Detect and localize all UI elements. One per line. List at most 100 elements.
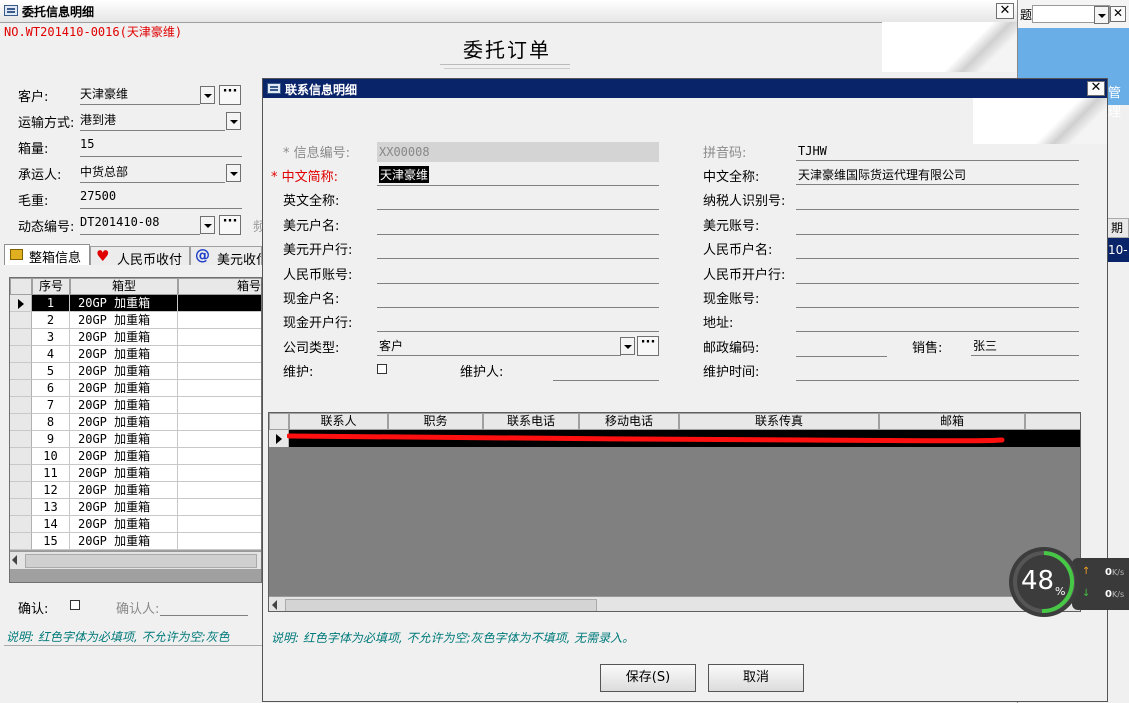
cell-type[interactable]: 20GP 加重箱: [70, 295, 178, 312]
cell-number[interactable]: [178, 295, 261, 312]
maintain-time-field[interactable]: [796, 360, 1079, 381]
maintainer-field[interactable]: [553, 360, 659, 381]
cell-seq[interactable]: 8: [32, 414, 70, 431]
cell-number[interactable]: [178, 414, 261, 431]
cell-number[interactable]: [178, 329, 261, 346]
row-selector[interactable]: [10, 346, 32, 363]
tab-usd-payment[interactable]: @ 美元收付: [190, 246, 262, 265]
row-selector[interactable]: [10, 448, 32, 465]
cell-number[interactable]: [178, 397, 261, 414]
cell-type[interactable]: 20GP 加重箱: [70, 516, 178, 533]
cell-seq[interactable]: 10: [32, 448, 70, 465]
customer-browse-button[interactable]: ···: [219, 85, 241, 105]
table-row[interactable]: 9 20GP 加重箱: [10, 431, 261, 448]
tab-rmb-payment[interactable]: ♥ 人民币收付: [90, 246, 190, 268]
cn-short-field[interactable]: 天津豪维: [377, 165, 659, 186]
cell-seq[interactable]: 5: [32, 363, 70, 380]
cell-seq[interactable]: 14: [32, 516, 70, 533]
table-row[interactable]: 6 20GP 加重箱: [10, 380, 261, 397]
dialog-titlebar[interactable]: 联系信息明细 ✕: [263, 79, 1107, 98]
customer-field[interactable]: 天津豪维: [80, 85, 200, 105]
memory-usage-gauge[interactable]: 48 %: [1009, 547, 1079, 617]
cell-seq[interactable]: 6: [32, 380, 70, 397]
cell-type[interactable]: 20GP 加重箱: [70, 482, 178, 499]
cash-bank-field[interactable]: [377, 311, 659, 332]
cell-seq[interactable]: 13: [32, 499, 70, 516]
grid-header-fax[interactable]: 联系传真: [679, 413, 879, 430]
cn-full-field[interactable]: 天津豪维国际货运代理有限公司: [796, 165, 1079, 185]
usd-account-name-field[interactable]: [377, 214, 659, 235]
horizontal-scrollbar[interactable]: [269, 596, 1080, 611]
carrier-field[interactable]: 中货总部: [80, 163, 225, 183]
cell-number[interactable]: [178, 533, 261, 550]
row-selector[interactable]: [10, 329, 32, 346]
cell-type[interactable]: 20GP 加重箱: [70, 414, 178, 431]
confirmer-field[interactable]: [160, 596, 248, 616]
row-selector[interactable]: [10, 482, 32, 499]
cell-number[interactable]: [178, 363, 261, 380]
maintain-checkbox[interactable]: [377, 364, 387, 374]
cell-seq[interactable]: 2: [32, 312, 70, 329]
transport-dropdown-button[interactable]: [226, 112, 241, 130]
table-row[interactable]: 12 20GP 加重箱: [10, 482, 261, 499]
close-icon[interactable]: ✕: [996, 3, 1014, 19]
table-row[interactable]: 2 20GP 加重箱: [10, 312, 261, 329]
grid-header-position[interactable]: 职务: [388, 413, 483, 430]
company-type-browse-button[interactable]: ···: [637, 336, 659, 356]
save-button[interactable]: 保存(S): [600, 664, 696, 692]
company-type-dropdown-button[interactable]: [620, 337, 635, 355]
row-selector[interactable]: [10, 431, 32, 448]
cell-seq[interactable]: 11: [32, 465, 70, 482]
table-row[interactable]: 11 20GP 加重箱: [10, 465, 261, 482]
postcode-field[interactable]: [796, 336, 887, 357]
cell-type[interactable]: 20GP 加重箱: [70, 533, 178, 550]
row-selector[interactable]: [269, 430, 289, 447]
scroll-thumb[interactable]: [25, 554, 257, 568]
confirm-checkbox[interactable]: [70, 600, 80, 610]
close-icon[interactable]: ✕: [1110, 6, 1126, 22]
customer-dropdown-button[interactable]: [200, 86, 215, 104]
rmb-account-name-field[interactable]: [796, 238, 1079, 259]
grid-header-contact[interactable]: 联系人: [289, 413, 388, 430]
transport-field[interactable]: 港到港: [80, 111, 225, 131]
row-selector[interactable]: [10, 295, 32, 312]
tab-container-info[interactable]: 整箱信息: [4, 244, 90, 266]
close-icon[interactable]: ✕: [1087, 81, 1105, 96]
dynamic-no-field[interactable]: DT201410-08: [80, 215, 200, 235]
fragment-dropdown-button[interactable]: [1094, 6, 1109, 24]
dynamic-no-browse-button[interactable]: ···: [219, 215, 241, 235]
grid-header-seq[interactable]: 序号: [32, 278, 70, 295]
cell-type[interactable]: 20GP 加重箱: [70, 397, 178, 414]
cell-number[interactable]: [178, 448, 261, 465]
grid-header-phone[interactable]: 联系电话: [483, 413, 579, 430]
table-row[interactable]: 10 20GP 加重箱: [10, 448, 261, 465]
cell-seq[interactable]: 7: [32, 397, 70, 414]
table-row[interactable]: 8 20GP 加重箱: [10, 414, 261, 431]
quantity-field[interactable]: 15: [80, 137, 242, 157]
pinyin-field[interactable]: TJHW: [796, 141, 1079, 161]
cell-type[interactable]: 20GP 加重箱: [70, 431, 178, 448]
cell-type[interactable]: 20GP 加重箱: [70, 312, 178, 329]
table-row[interactable]: 5 20GP 加重箱: [10, 363, 261, 380]
cell-type[interactable]: 20GP 加重箱: [70, 346, 178, 363]
cell-type[interactable]: 20GP 加重箱: [70, 465, 178, 482]
table-row[interactable]: 4 20GP 加重箱: [10, 346, 261, 363]
table-row[interactable]: 3 20GP 加重箱: [10, 329, 261, 346]
cell-type[interactable]: 20GP 加重箱: [70, 380, 178, 397]
rmb-account-field[interactable]: [377, 263, 659, 284]
cell-seq[interactable]: 15: [32, 533, 70, 550]
horizontal-scrollbar[interactable]: [10, 551, 261, 569]
dynamic-no-dropdown-button[interactable]: [200, 216, 215, 234]
usd-bank-field[interactable]: [377, 238, 659, 259]
cell-number[interactable]: [178, 482, 261, 499]
rmb-bank-field[interactable]: [796, 263, 1079, 284]
row-selector[interactable]: [10, 414, 32, 431]
cell-number[interactable]: [178, 380, 261, 397]
table-row[interactable]: 1 20GP 加重箱: [10, 295, 261, 312]
company-type-field[interactable]: 客户: [377, 336, 621, 356]
cell-seq[interactable]: 3: [32, 329, 70, 346]
scroll-thumb[interactable]: [285, 599, 597, 611]
table-row[interactable]: 15 20GP 加重箱: [10, 533, 261, 550]
table-row[interactable]: 7 20GP 加重箱: [10, 397, 261, 414]
contacts-grid[interactable]: 联系人 职务 联系电话 移动电话 联系传真 邮箱: [268, 412, 1081, 612]
